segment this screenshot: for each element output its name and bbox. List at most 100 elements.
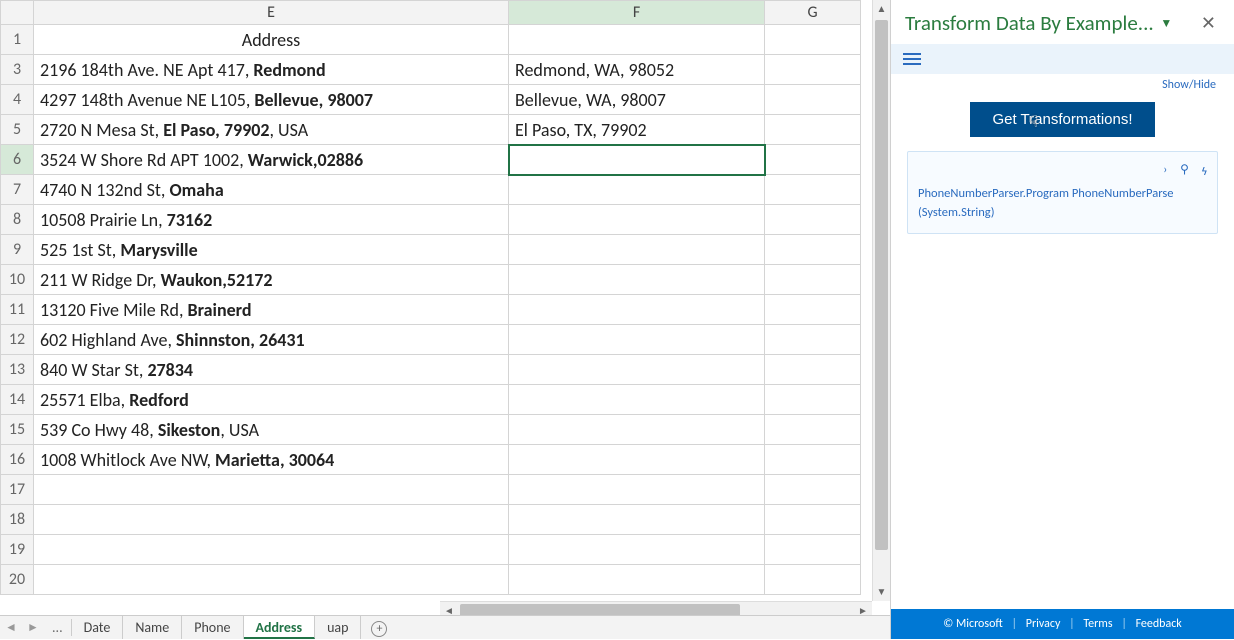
cell-F1[interactable] (509, 25, 765, 55)
row-header[interactable]: 18 (1, 505, 34, 535)
cell-F11[interactable] (509, 295, 765, 325)
column-header-F[interactable]: F (509, 1, 765, 25)
sheet-tab-name[interactable]: Name (123, 616, 182, 639)
cell-E19[interactable] (34, 535, 509, 565)
sheet-tab-date[interactable]: Date (72, 616, 124, 639)
row-header[interactable]: 16 (1, 445, 34, 475)
cell-E3[interactable]: 2196 184th Ave. NE Apt 417, Redmond (34, 55, 509, 85)
sheet-tab-phone[interactable]: Phone (182, 616, 243, 639)
cell-G13[interactable] (765, 355, 861, 385)
row-header[interactable]: 8 (1, 205, 34, 235)
dropdown-icon[interactable]: ▼ (1160, 17, 1172, 31)
row-header[interactable]: 13 (1, 355, 34, 385)
row-header[interactable]: 1 (1, 25, 34, 55)
cell-F10[interactable] (509, 265, 765, 295)
row-header[interactable]: 3 (1, 55, 34, 85)
footer-feedback-link[interactable]: Feedback (1136, 617, 1182, 631)
row-header[interactable]: 10 (1, 265, 34, 295)
cell-G15[interactable] (765, 415, 861, 445)
get-transformations-button[interactable]: Get Transformations! ☟ (970, 102, 1154, 137)
cell-G3[interactable] (765, 55, 861, 85)
row-header[interactable]: 12 (1, 325, 34, 355)
cell-G1[interactable] (765, 25, 861, 55)
bolt-icon[interactable]: ϟ (1202, 163, 1207, 177)
cell-F12[interactable] (509, 325, 765, 355)
footer-terms-link[interactable]: Terms (1083, 617, 1112, 631)
cell-F16[interactable] (509, 445, 765, 475)
sheet-tab-uap[interactable]: uap (315, 616, 361, 639)
cell-F4[interactable]: Bellevue, WA, 98007 (509, 85, 765, 115)
row-header[interactable]: 15 (1, 415, 34, 445)
row-header[interactable]: 14 (1, 385, 34, 415)
show-hide-link[interactable]: Show/Hide (1162, 78, 1216, 92)
cell-G18[interactable] (765, 505, 861, 535)
cell-G5[interactable] (765, 115, 861, 145)
cell-F3[interactable]: Redmond, WA, 98052 (509, 55, 765, 85)
row-header[interactable]: 17 (1, 475, 34, 505)
tab-nav-prev-icon[interactable]: ◄ (0, 620, 22, 635)
cell-F7[interactable] (509, 175, 765, 205)
cell-E20[interactable] (34, 565, 509, 595)
cell-F14[interactable] (509, 385, 765, 415)
tab-overflow-button[interactable]: ... (44, 619, 72, 636)
cell-E18[interactable] (34, 505, 509, 535)
cell-E6[interactable]: 3524 W Shore Rd APT 1002, Warwick,02886 (34, 145, 509, 175)
add-sheet-button[interactable]: + (361, 616, 397, 640)
pane-title[interactable]: Transform Data By Example... ▼ (905, 10, 1172, 36)
cell-F5[interactable]: El Paso, TX, 79902 (509, 115, 765, 145)
cell-F8[interactable] (509, 205, 765, 235)
cell-E9[interactable]: 525 1st St, Marysville (34, 235, 509, 265)
cell-G9[interactable] (765, 235, 861, 265)
scroll-up-arrow-icon[interactable]: ▲ (873, 0, 890, 18)
row-header[interactable]: 19 (1, 535, 34, 565)
cell-G20[interactable] (765, 565, 861, 595)
vertical-scrollbar[interactable]: ▲ ▼ (872, 0, 890, 601)
cell-G7[interactable] (765, 175, 861, 205)
cell-G19[interactable] (765, 535, 861, 565)
cell-F15[interactable] (509, 415, 765, 445)
cell-G12[interactable] (765, 325, 861, 355)
cell-F9[interactable] (509, 235, 765, 265)
row-header[interactable]: 6 (1, 145, 34, 175)
cell-E13[interactable]: 840 W Star St, 27834 (34, 355, 509, 385)
row-header[interactable]: 7 (1, 175, 34, 205)
cell-F19[interactable] (509, 535, 765, 565)
cell-E12[interactable]: 602 Highland Ave, Shinnston, 26431 (34, 325, 509, 355)
cell-F18[interactable] (509, 505, 765, 535)
cell-G4[interactable] (765, 85, 861, 115)
cell-F20[interactable] (509, 565, 765, 595)
chevron-right-icon[interactable]: › (1163, 163, 1167, 177)
cell-E11[interactable]: 13120 Five Mile Rd, Brainerd (34, 295, 509, 325)
column-header-G[interactable]: G (765, 1, 861, 25)
worksheet-grid[interactable]: E F G 1Address32196 184th Ave. NE Apt 41… (0, 0, 861, 595)
cell-E8[interactable]: 10508 Prairie Ln, 73162 (34, 205, 509, 235)
cell-E14[interactable]: 25571 Elba, Redford (34, 385, 509, 415)
scroll-down-arrow-icon[interactable]: ▼ (873, 583, 890, 601)
cell-G6[interactable] (765, 145, 861, 175)
cell-E5[interactable]: 2720 N Mesa St, El Paso, 79902, USA (34, 115, 509, 145)
row-header[interactable]: 5 (1, 115, 34, 145)
cell-E7[interactable]: 4740 N 132nd St, Omaha (34, 175, 509, 205)
cell-G11[interactable] (765, 295, 861, 325)
cell-G10[interactable] (765, 265, 861, 295)
row-header[interactable]: 4 (1, 85, 34, 115)
cell-E4[interactable]: 4297 148th Avenue NE L105, Bellevue, 980… (34, 85, 509, 115)
cell-E1[interactable]: Address (34, 25, 509, 55)
cell-F17[interactable] (509, 475, 765, 505)
sheet-tab-address[interactable]: Address (244, 616, 316, 639)
cell-G14[interactable] (765, 385, 861, 415)
footer-privacy-link[interactable]: Privacy (1026, 617, 1061, 631)
cell-G16[interactable] (765, 445, 861, 475)
column-header-E[interactable]: E (34, 1, 509, 25)
cell-G17[interactable] (765, 475, 861, 505)
row-header[interactable]: 9 (1, 235, 34, 265)
cell-G8[interactable] (765, 205, 861, 235)
result-text[interactable]: PhoneNumberParser.Program PhoneNumberPar… (918, 185, 1207, 223)
row-header[interactable]: 20 (1, 565, 34, 595)
pin-icon[interactable]: ⚲ (1180, 163, 1189, 177)
hamburger-menu-icon[interactable] (903, 53, 921, 65)
cell-E15[interactable]: 539 Co Hwy 48, Sikeston, USA (34, 415, 509, 445)
row-header[interactable]: 11 (1, 295, 34, 325)
cell-F6[interactable] (509, 145, 765, 175)
cell-E10[interactable]: 211 W Ridge Dr, Waukon,52172 (34, 265, 509, 295)
